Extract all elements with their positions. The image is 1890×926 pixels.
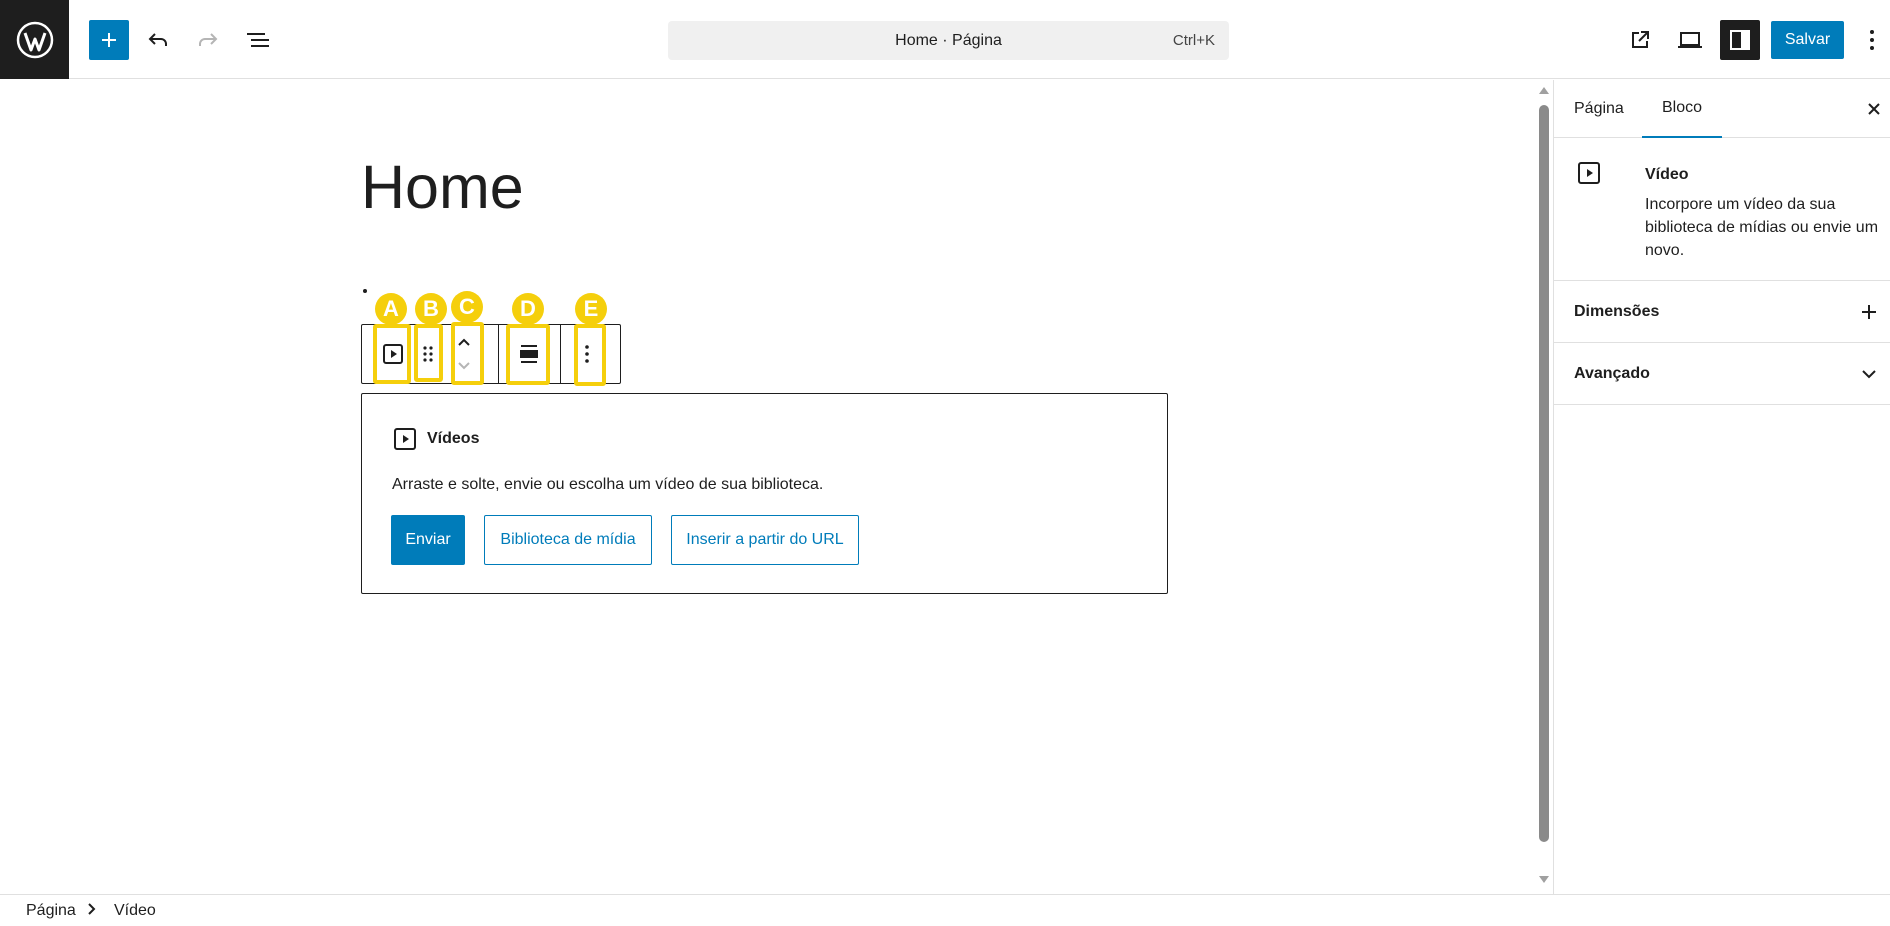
list-view-icon	[247, 33, 269, 47]
video-icon	[394, 428, 416, 450]
highlight-c	[451, 322, 484, 385]
advanced-panel[interactable]: Avançado	[1554, 343, 1890, 405]
preview-button[interactable]	[1670, 20, 1710, 60]
command-palette-bar[interactable]: Home · Página Ctrl+K	[668, 21, 1229, 60]
marker-c: C	[451, 291, 483, 323]
view-page-button[interactable]	[1620, 20, 1660, 60]
kebab-menu-icon	[1870, 30, 1874, 50]
scrollbar-thumb[interactable]	[1539, 105, 1549, 842]
close-icon	[1868, 103, 1880, 115]
media-library-button[interactable]: Biblioteca de mídia	[484, 515, 652, 565]
editor-header: Home · Página Ctrl+K Salvar	[0, 0, 1890, 79]
placeholder-title: Vídeos	[427, 430, 480, 447]
highlight-e	[574, 324, 606, 386]
redo-button[interactable]	[188, 20, 228, 60]
scroll-up-arrow-icon[interactable]	[1537, 84, 1551, 96]
plus-icon	[1857, 300, 1881, 324]
marker-e: E	[575, 293, 607, 325]
sidebar-tabs: Página Bloco	[1554, 80, 1890, 138]
options-menu-button[interactable]	[1854, 20, 1890, 60]
toolbar-separator	[498, 325, 499, 383]
document-title: Home · Página	[895, 31, 1002, 49]
insert-from-url-button[interactable]: Inserir a partir do URL	[671, 515, 859, 565]
block-card-title: Vídeo	[1645, 166, 1689, 183]
placeholder-instructions: Arraste e solte, envie ou escolha um víd…	[392, 476, 824, 493]
breadcrumb-item-page[interactable]: Página	[26, 902, 76, 920]
redo-icon	[199, 33, 218, 46]
tab-page[interactable]: Página	[1554, 80, 1644, 138]
marker-b: B	[415, 293, 447, 325]
chevron-down-icon	[1857, 362, 1881, 386]
toolbar-separator	[560, 325, 561, 383]
close-sidebar-button[interactable]	[1861, 96, 1887, 122]
marker-d: D	[512, 293, 544, 325]
video-icon	[1578, 162, 1600, 184]
external-link-icon	[1632, 31, 1649, 48]
video-block-placeholder[interactable]: Vídeos Arraste e solte, envie ou escolha…	[361, 393, 1168, 594]
plus-icon	[102, 33, 116, 47]
desktop-icon	[1678, 32, 1702, 48]
block-inserter-button[interactable]	[89, 20, 129, 60]
highlight-b	[414, 324, 443, 382]
upload-button[interactable]: Enviar	[391, 515, 465, 565]
tab-block[interactable]: Bloco	[1642, 80, 1723, 138]
breadcrumb: Página Vídeo	[0, 894, 1890, 926]
sidebar-icon	[1730, 30, 1750, 50]
undo-icon	[148, 33, 167, 46]
dimensions-panel[interactable]: Dimensões	[1554, 281, 1890, 343]
dimensions-panel-title: Dimensões	[1574, 303, 1660, 320]
block-card-description: Incorpore um vídeo da sua biblioteca de …	[1645, 196, 1879, 259]
document-overview-button[interactable]	[238, 20, 278, 60]
empty-paragraph-marker	[363, 289, 367, 293]
settings-toggle-button[interactable]	[1720, 20, 1760, 60]
chevron-right-icon	[86, 902, 96, 921]
save-button[interactable]: Salvar	[1771, 21, 1844, 59]
shortcut-hint: Ctrl+K	[1172, 32, 1215, 49]
undo-button[interactable]	[138, 20, 178, 60]
highlight-a	[373, 324, 411, 384]
marker-a: A	[375, 293, 407, 325]
wordpress-logo-icon	[16, 21, 53, 58]
breadcrumb-item-video[interactable]: Vídeo	[114, 902, 156, 920]
highlight-d	[506, 324, 550, 385]
page-title[interactable]: Home	[361, 152, 524, 222]
scroll-down-arrow-icon[interactable]	[1537, 874, 1551, 886]
wordpress-logo-button[interactable]	[0, 0, 69, 79]
advanced-panel-title: Avançado	[1574, 365, 1650, 382]
